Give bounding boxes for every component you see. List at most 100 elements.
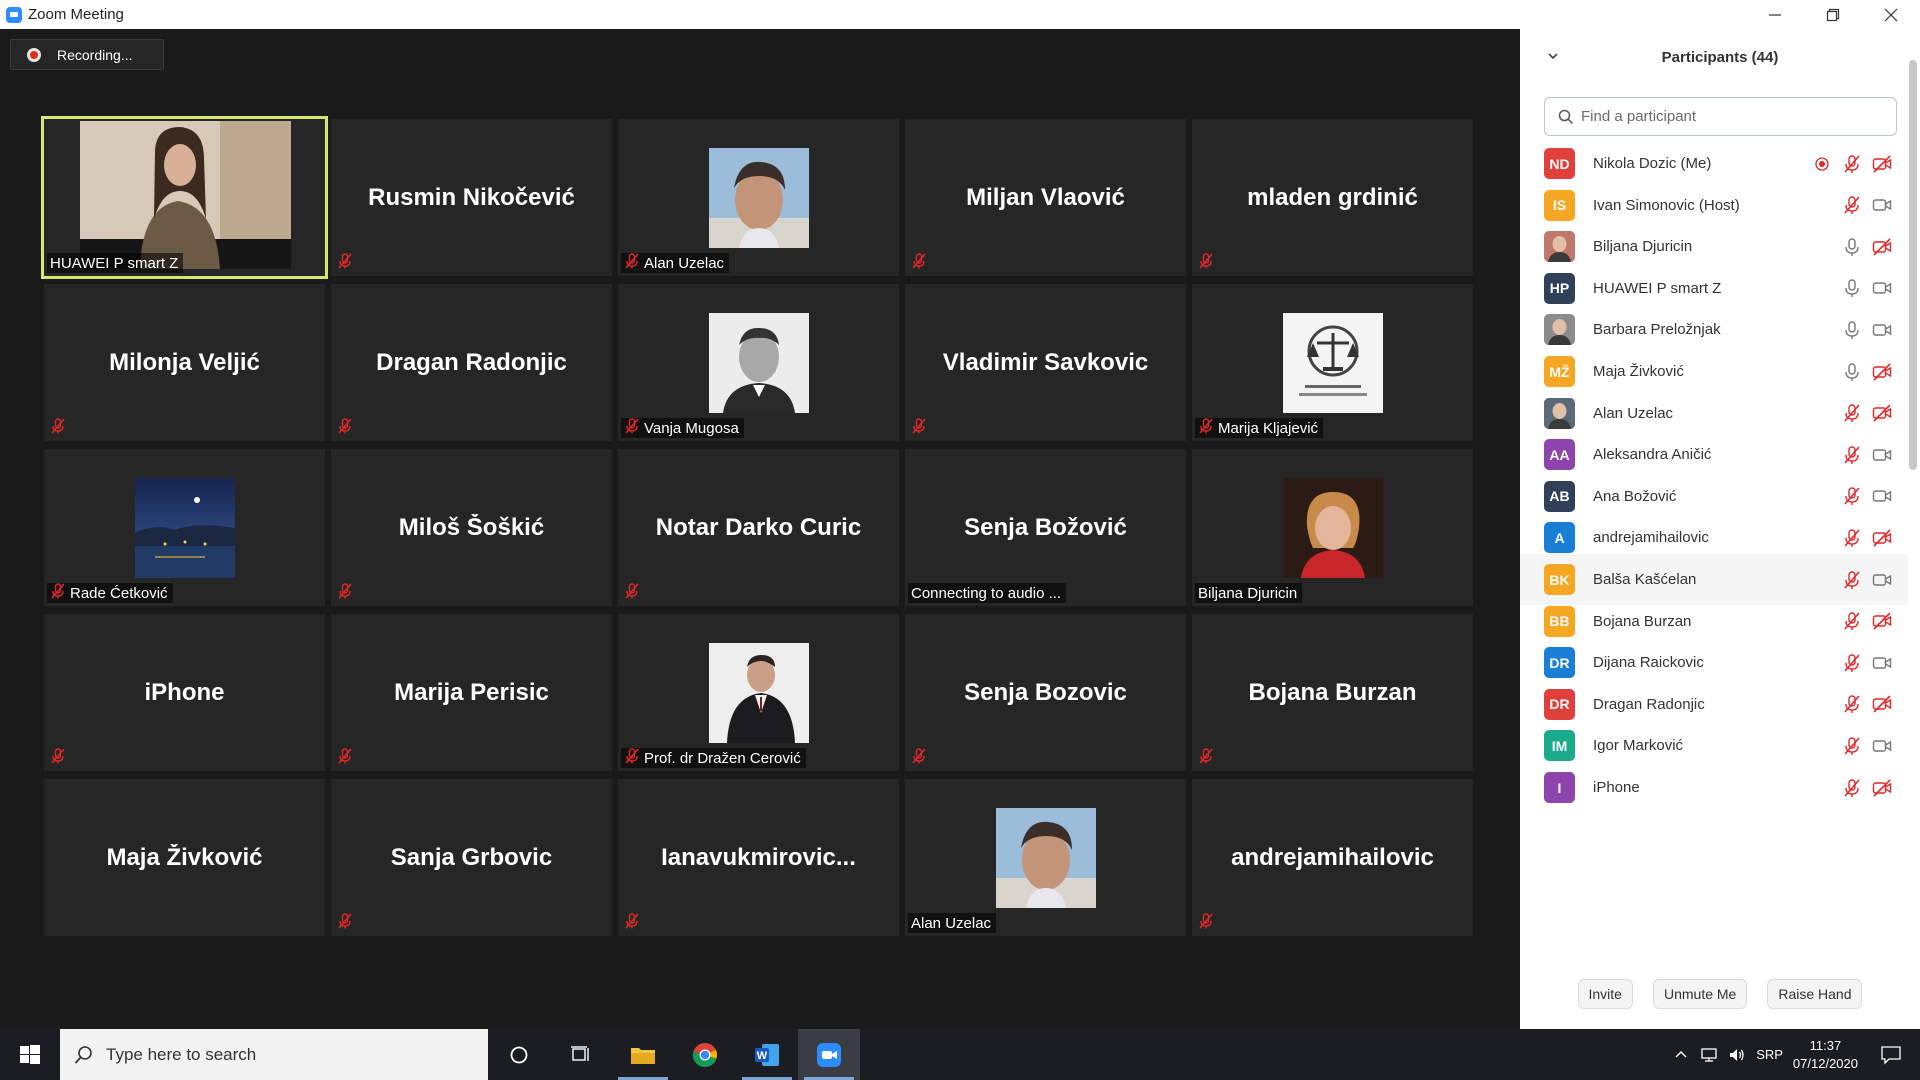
participant-tile[interactable]: Alan Uzelac xyxy=(618,119,899,276)
muted-mic-icon[interactable] xyxy=(1842,445,1862,465)
video-camera-icon[interactable] xyxy=(1872,445,1892,465)
participant-tile[interactable]: Rusmin Nikočević xyxy=(331,119,612,276)
participant-row[interactable]: IiPhone xyxy=(1520,762,1908,813)
muted-mic-icon[interactable] xyxy=(1842,403,1862,423)
raise-hand-button[interactable]: Raise Hand xyxy=(1767,979,1863,1009)
participant-tile[interactable]: Miljan Vlaović xyxy=(905,119,1186,276)
muted-mic-icon[interactable] xyxy=(1842,528,1862,548)
video-camera-icon[interactable] xyxy=(1872,653,1892,673)
muted-mic-icon xyxy=(624,582,644,604)
recording-indicator[interactable]: Recording... xyxy=(10,39,164,70)
notifications-icon[interactable] xyxy=(1880,1045,1902,1065)
chrome-button[interactable] xyxy=(674,1029,736,1080)
task-view-button[interactable] xyxy=(550,1029,612,1080)
video-camera-icon[interactable] xyxy=(1872,278,1892,298)
video-off-icon[interactable] xyxy=(1872,403,1892,423)
participant-tile[interactable]: Notar Darko Curic xyxy=(618,449,899,606)
tile-name-tag xyxy=(621,912,649,933)
video-camera-icon[interactable] xyxy=(1872,486,1892,506)
participant-tile[interactable]: iPhone xyxy=(44,614,325,771)
participant-display-name: Ianavukmirovic... xyxy=(661,843,856,871)
volume-icon[interactable] xyxy=(1728,1046,1746,1064)
participant-tile[interactable]: Bojana Burzan xyxy=(1192,614,1473,771)
participant-tile[interactable]: Marija Kljajević xyxy=(1192,284,1473,441)
participant-avatar: AB xyxy=(1544,480,1575,512)
video-camera-icon[interactable] xyxy=(1872,736,1892,756)
muted-mic-icon[interactable] xyxy=(1842,611,1862,631)
language-indicator[interactable]: SRP xyxy=(1756,1047,1783,1062)
muted-mic-icon[interactable] xyxy=(1842,195,1862,215)
mic-icon[interactable] xyxy=(1842,278,1862,298)
participant-tile[interactable]: Milonja Veljić xyxy=(44,284,325,441)
participant-tile[interactable]: Alan Uzelac xyxy=(905,779,1186,936)
word-button[interactable]: W xyxy=(736,1029,798,1080)
unmute-me-button[interactable]: Unmute Me xyxy=(1652,979,1748,1009)
participant-tile[interactable]: Biljana Djuricin xyxy=(1192,449,1473,606)
video-camera-icon[interactable] xyxy=(1872,320,1892,340)
invite-button[interactable]: Invite xyxy=(1577,979,1633,1009)
mic-icon[interactable] xyxy=(1842,362,1862,382)
muted-mic-icon[interactable] xyxy=(1842,736,1862,756)
taskbar-search[interactable]: Type here to search xyxy=(60,1029,488,1080)
minimize-button[interactable] xyxy=(1746,0,1804,29)
tile-name-tag xyxy=(1195,747,1223,768)
participant-tile[interactable]: Senja Bozovic xyxy=(905,614,1186,771)
participant-list-scrollbar[interactable] xyxy=(1909,60,1917,470)
system-tray: SRP 11:37 07/12/2020 xyxy=(1674,1029,1920,1080)
muted-mic-icon xyxy=(337,912,357,934)
chevron-up-icon[interactable] xyxy=(1674,1048,1688,1062)
muted-mic-icon[interactable] xyxy=(1842,570,1862,590)
tile-name-label: Prof. dr Dražen Cerović xyxy=(644,749,801,767)
participant-tile[interactable]: Maja Živković xyxy=(44,779,325,936)
participant-tile[interactable]: Ianavukmirovic... xyxy=(618,779,899,936)
participant-tile[interactable]: mladen grdinić xyxy=(1192,119,1473,276)
participant-status-icons xyxy=(1842,528,1892,548)
participant-tile[interactable]: Rade Ćetković xyxy=(44,449,325,606)
participant-tile[interactable]: andrejamihailovic xyxy=(1192,779,1473,936)
participant-tile[interactable]: Vanja Mugosa xyxy=(618,284,899,441)
participant-profile-picture xyxy=(1282,477,1383,578)
network-icon[interactable] xyxy=(1700,1046,1718,1064)
clock[interactable]: 11:37 07/12/2020 xyxy=(1793,1037,1858,1073)
participant-tile[interactable]: Marija Perisic xyxy=(331,614,612,771)
video-off-icon[interactable] xyxy=(1872,778,1892,798)
chevron-down-icon[interactable] xyxy=(1546,49,1560,63)
participant-avatar: IM xyxy=(1544,730,1575,762)
muted-mic-icon[interactable] xyxy=(1842,154,1862,174)
participant-status-icons xyxy=(1842,736,1892,756)
video-off-icon[interactable] xyxy=(1872,154,1892,174)
video-off-icon[interactable] xyxy=(1872,237,1892,257)
zoom-taskbar-button[interactable] xyxy=(798,1029,860,1080)
video-camera-icon[interactable] xyxy=(1872,570,1892,590)
participant-tile[interactable]: Senja Božović Connecting to audio ... xyxy=(905,449,1186,606)
participant-tile[interactable]: Sanja Grbovic xyxy=(331,779,612,936)
video-off-icon[interactable] xyxy=(1872,528,1892,548)
participant-search[interactable] xyxy=(1544,97,1897,136)
participant-status-icons xyxy=(1842,778,1892,798)
mic-icon[interactable] xyxy=(1842,320,1862,340)
restore-button[interactable] xyxy=(1804,0,1862,29)
close-button[interactable] xyxy=(1862,0,1920,29)
tile-name-label: Alan Uzelac xyxy=(911,914,992,932)
video-off-icon[interactable] xyxy=(1872,611,1892,631)
file-explorer-button[interactable] xyxy=(612,1029,674,1080)
participant-profile-picture xyxy=(708,312,809,413)
participant-avatar: DR xyxy=(1544,688,1575,720)
video-off-icon[interactable] xyxy=(1872,694,1892,714)
video-camera-icon[interactable] xyxy=(1872,195,1892,215)
muted-mic-icon[interactable] xyxy=(1842,778,1862,798)
mic-icon[interactable] xyxy=(1842,237,1862,257)
muted-mic-icon[interactable] xyxy=(1842,653,1862,673)
participant-tile[interactable]: HUAWEI P smart Z xyxy=(41,116,328,279)
cortana-button[interactable] xyxy=(488,1029,550,1080)
participant-tile[interactable]: Miloš Šoškić xyxy=(331,449,612,606)
participant-tile[interactable]: Dragan Radonjic xyxy=(331,284,612,441)
participant-tile[interactable]: Vladimir Savkovic xyxy=(905,284,1186,441)
participant-tile[interactable]: Prof. dr Dražen Cerović xyxy=(618,614,899,771)
muted-mic-icon[interactable] xyxy=(1842,694,1862,714)
participant-display-name: Vladimir Savkovic xyxy=(942,348,1149,376)
participant-search-input[interactable] xyxy=(1581,108,1881,125)
start-button[interactable] xyxy=(0,1029,60,1080)
muted-mic-icon[interactable] xyxy=(1842,486,1862,506)
video-off-icon[interactable] xyxy=(1872,362,1892,382)
